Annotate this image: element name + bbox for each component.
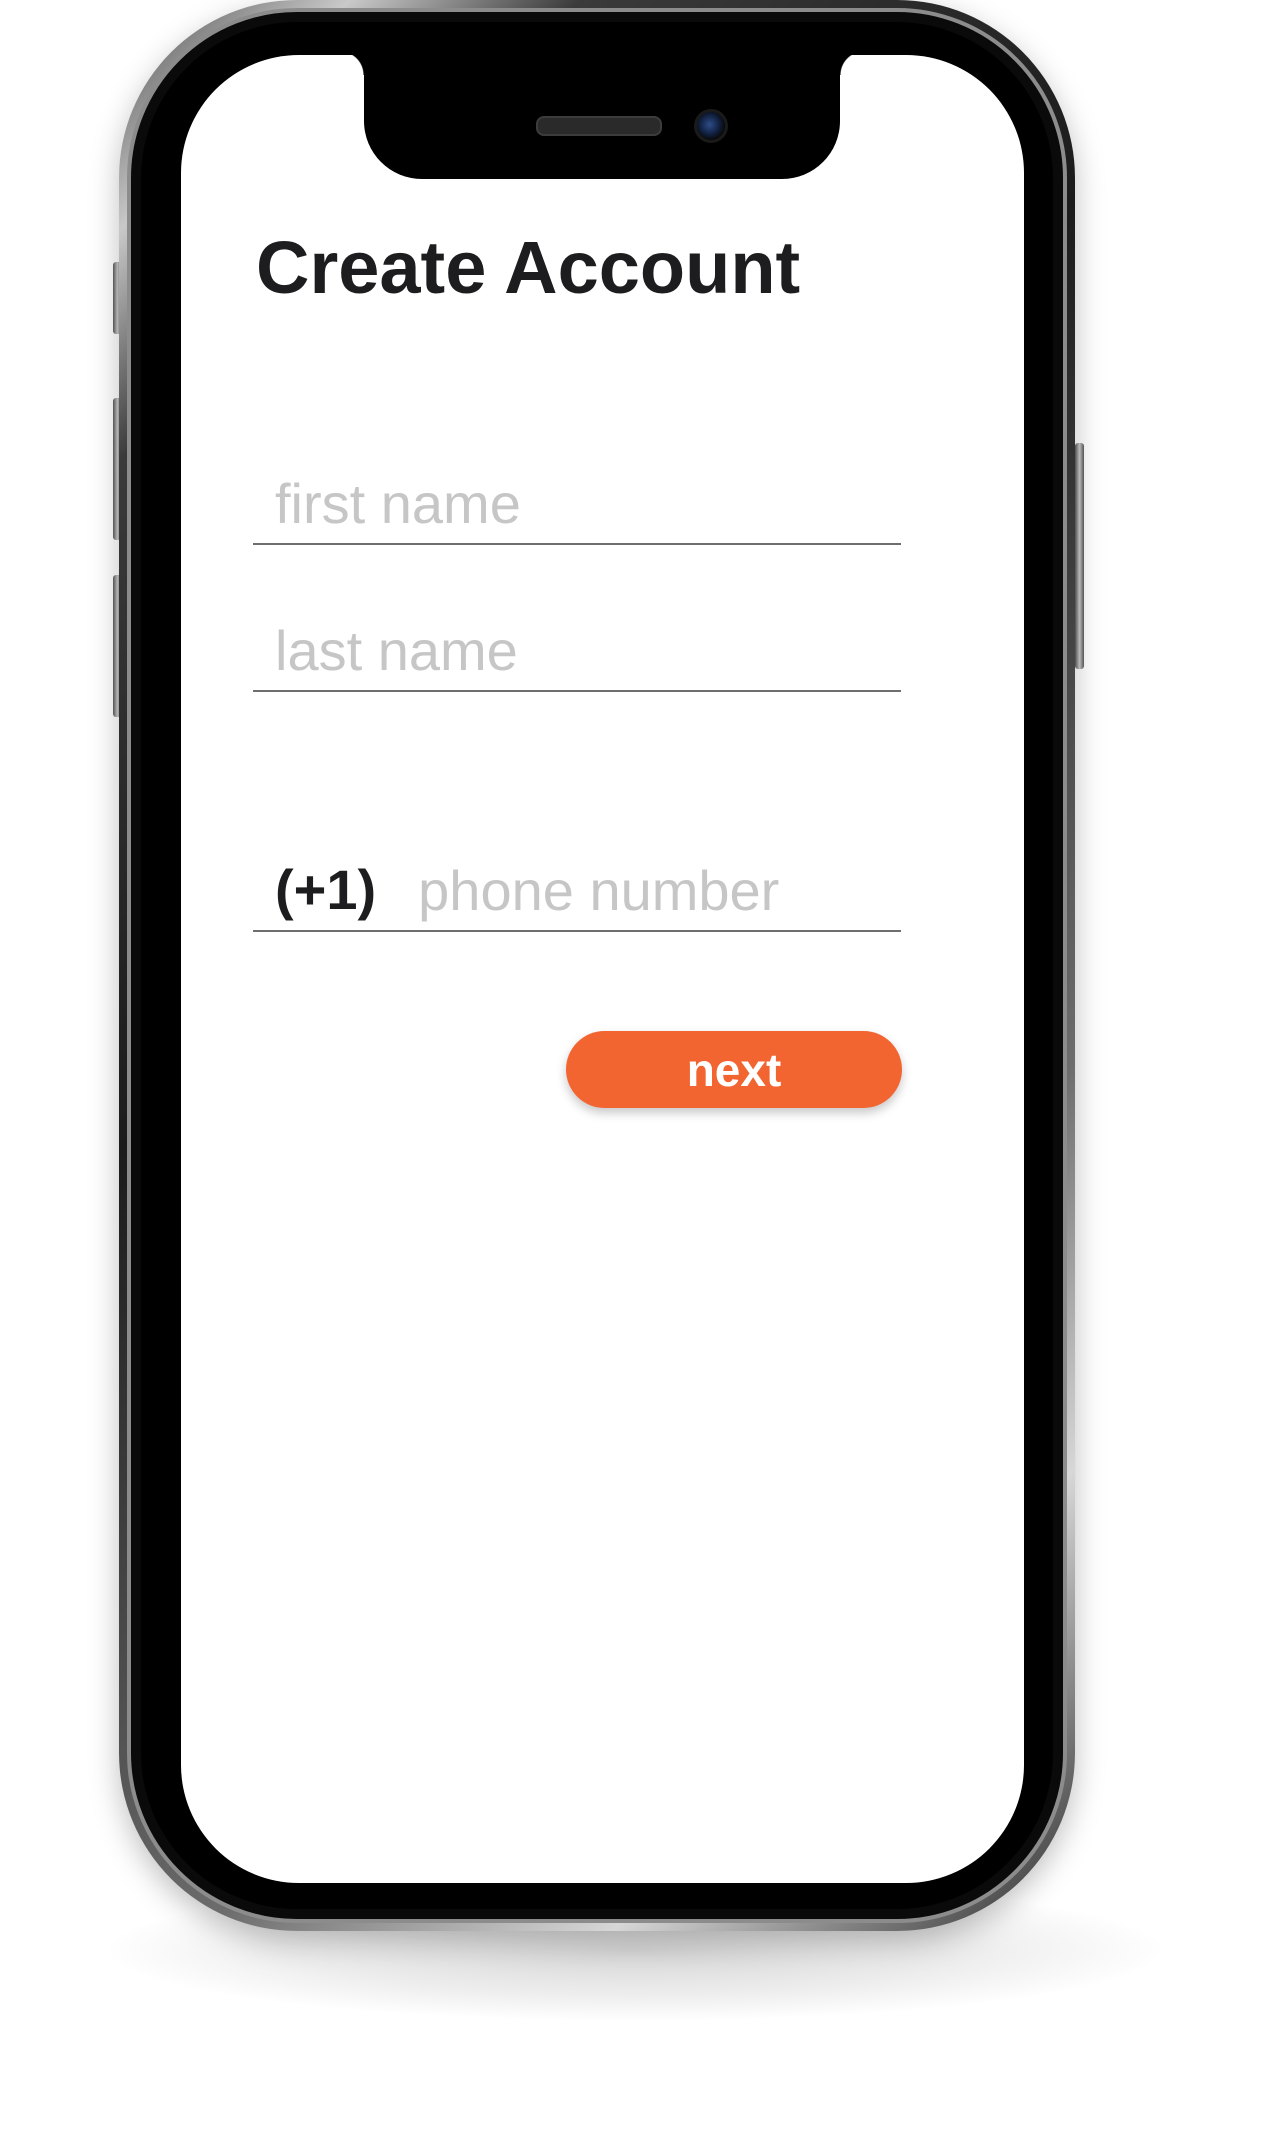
first-name-input[interactable] bbox=[253, 463, 901, 543]
notch bbox=[340, 55, 864, 179]
next-button[interactable]: next bbox=[566, 1031, 902, 1108]
power-button bbox=[1075, 443, 1084, 669]
phone-number-input[interactable] bbox=[376, 850, 1024, 930]
earpiece-speaker-icon bbox=[536, 116, 662, 136]
phone-field: (+1) bbox=[253, 850, 1024, 932]
page-title: Create Account bbox=[256, 226, 801, 309]
country-code-label: (+1) bbox=[275, 858, 377, 921]
last-name-field bbox=[253, 610, 901, 692]
last-name-input[interactable] bbox=[253, 610, 901, 690]
first-name-field bbox=[253, 463, 901, 545]
front-camera-icon bbox=[694, 109, 728, 143]
phone-screen: Create Account (+1) next bbox=[181, 55, 1024, 1883]
